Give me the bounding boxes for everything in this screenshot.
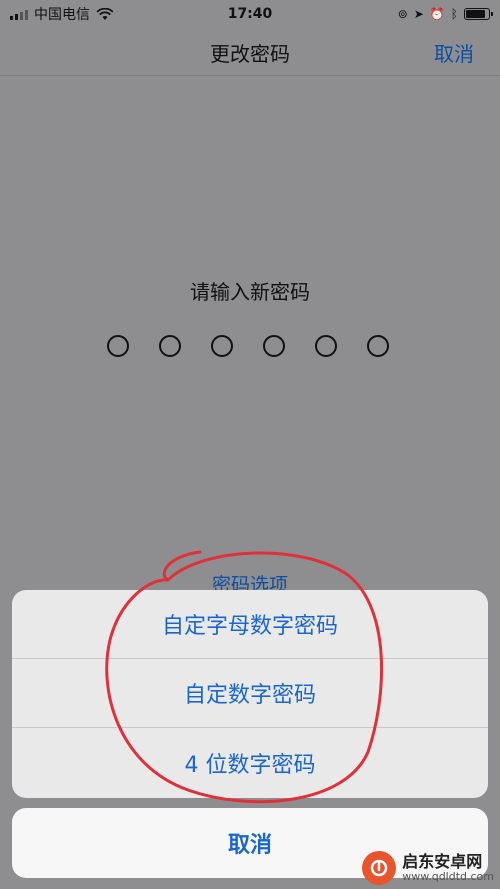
passcode-dot — [367, 335, 389, 357]
passcode-dot — [211, 335, 233, 357]
sheet-item-custom-alphanumeric[interactable]: 自定字母数字密码 — [12, 590, 488, 659]
watermark: 启东安卓网 www.qdldtd.com — [362, 851, 494, 885]
passcode-dot — [315, 335, 337, 357]
sheet-item-custom-numeric[interactable]: 自定数字密码 — [12, 659, 488, 728]
nav-bar: 更改密码 取消 — [0, 28, 500, 76]
location-icon: ➤ — [413, 7, 424, 21]
status-bar: 中国电信 17:40 ⊚ ➤ ⏰ ᛒ — [0, 0, 500, 28]
battery-icon — [464, 8, 493, 20]
nav-cancel-button[interactable]: 取消 — [434, 38, 474, 67]
watermark-title: 启东安卓网 — [402, 852, 483, 872]
page-title: 更改密码 — [210, 42, 290, 66]
passcode-dots — [107, 335, 389, 357]
alarm-icon: ⏰ — [429, 7, 445, 21]
passcode-prompt: 请输入新密码 — [190, 280, 310, 304]
bluetooth-icon: ᛒ — [450, 7, 458, 21]
watermark-logo-icon — [362, 851, 397, 885]
watermark-url: www.qdldtd.com — [402, 869, 494, 883]
wifi-icon — [96, 7, 114, 20]
passcode-dot — [263, 335, 285, 357]
action-sheet: 自定字母数字密码 自定数字密码 4 位数字密码 — [12, 590, 488, 798]
status-right: ⊚ ➤ ⏰ ᛒ — [397, 7, 493, 21]
passcode-dot — [159, 335, 181, 357]
carrier-label: 中国电信 — [34, 7, 90, 23]
status-left: 中国电信 — [10, 4, 114, 24]
sheet-item-4-digit[interactable]: 4 位数字密码 — [12, 728, 488, 798]
rotation-lock-icon: ⊚ — [397, 7, 408, 21]
signal-icon — [10, 9, 28, 20]
watermark-text: 启东安卓网 www.qdldtd.com — [402, 853, 494, 883]
passcode-dot — [107, 335, 129, 357]
